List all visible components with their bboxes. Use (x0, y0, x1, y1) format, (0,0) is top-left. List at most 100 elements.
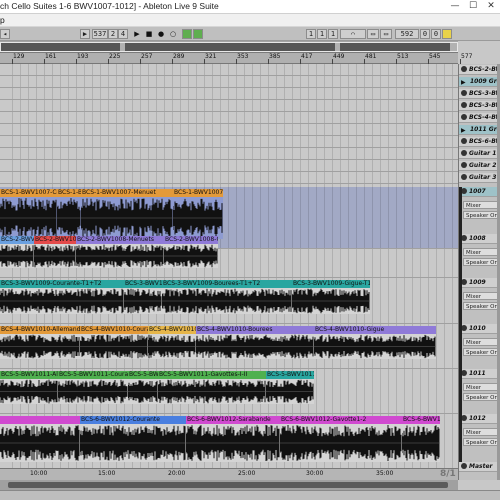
audio-clip[interactable]: BCS-4-BWV1010-Gigue (314, 326, 436, 359)
audio-clip[interactable]: BCS-5-BWV1011-Gigue (266, 371, 314, 404)
master-track-header[interactable]: Master (459, 462, 500, 472)
loop-switch-icon[interactable]: ⌒ (340, 29, 366, 39)
audio-clip[interactable]: BCS-5-BWV1011-Courante (58, 371, 128, 404)
beat-time-ruler[interactable]: 129 161 193 225 257 289 321 353 385 417 449 481 513 5… (0, 53, 472, 64)
audio-clip[interactable]: BCS-5-BWV1011-Allemande (0, 371, 58, 404)
track-activator-icon[interactable] (461, 114, 467, 120)
audio-clip[interactable]: BCS-5-BWV1011-Gavottes-I-II (158, 371, 266, 404)
audio-clip[interactable]: BCS-6-BWV1012-Gavotte1-2 (280, 416, 402, 462)
maximize-button[interactable]: ☐ (464, 0, 482, 13)
track-header[interactable]: BCS-3-BWV (459, 101, 500, 111)
collapsed-track-lane[interactable] (0, 112, 458, 124)
track-header[interactable]: Guitar 3 (459, 173, 500, 183)
close-button[interactable]: ✕ (482, 0, 500, 13)
track-activator-icon[interactable] (461, 66, 467, 72)
audio-clip[interactable]: BCS-4-BWV1010-S (148, 326, 196, 359)
track-header-1007[interactable]: 1007 (459, 187, 500, 197)
fold-icon[interactable]: ▶ (461, 127, 468, 134)
audio-clip[interactable] (0, 416, 80, 462)
input-type-select[interactable]: Mixer (463, 338, 499, 346)
key-map-button[interactable] (442, 29, 452, 39)
arrangement-view[interactable]: BCS-1-BWV1007-CouranBCS-1-BBCS-1-BWV1007… (0, 64, 458, 468)
audio-clip[interactable]: BCS-6-BWV1012-Courante (80, 416, 186, 462)
track-activator-icon[interactable] (461, 150, 467, 156)
loop-start-beats[interactable]: 1 (317, 29, 327, 39)
track-activator-icon[interactable] (461, 174, 467, 180)
loop-start-bars[interactable]: 1 (306, 29, 316, 39)
follow-button[interactable]: ▶ (80, 29, 90, 39)
audio-clip[interactable]: BCS-6-BWV10 (402, 416, 440, 462)
audio-clip[interactable]: BCS-4-BWV1010-Courante (80, 326, 148, 359)
collapsed-track-lane[interactable] (0, 136, 458, 148)
audio-clip[interactable]: BCS-2-BWV100 (34, 236, 76, 268)
track-activator-icon[interactable] (461, 138, 467, 144)
loop-length-bars[interactable]: 592 (395, 29, 419, 39)
audio-clip[interactable]: BCS-3-BWV1009-Courante-T1+T2 (0, 280, 124, 314)
output-type-select[interactable]: Speaker On (463, 211, 499, 219)
audio-clip[interactable]: BCS-3-BWV1009-Gigue-T1+T2 (292, 280, 370, 314)
audio-clip[interactable]: BCS-4-BWV1010-Bourees (196, 326, 314, 359)
track-header-1012[interactable]: 1012 (459, 414, 500, 424)
record-icon[interactable]: ● (156, 29, 166, 39)
punch-out-icon[interactable]: ▭ (380, 29, 392, 39)
output-type-select[interactable]: Speaker On (463, 302, 499, 310)
minimize-button[interactable]: — (446, 0, 464, 13)
menu-item-help[interactable]: p (0, 15, 5, 25)
scrollbar-thumb[interactable] (8, 482, 448, 488)
arrangement-position-sixteenths[interactable]: 4 (118, 29, 128, 39)
collapsed-track-lane[interactable] (0, 172, 458, 184)
audio-clip[interactable]: BCS-5-BWV (128, 371, 158, 404)
track-activator-icon[interactable] (461, 463, 467, 469)
audio-clip[interactable]: BCS-1-BWV1007-Menuet (81, 189, 173, 239)
audio-clip[interactable]: BCS-4-BWV1010-Allemande (0, 326, 80, 359)
collapsed-track-lane[interactable] (0, 124, 458, 136)
overview-view-handle[interactable] (0, 42, 458, 52)
track-header[interactable]: BCS-6-BWV (459, 137, 500, 147)
arrangement-position-beats[interactable]: 2 (108, 29, 118, 39)
audio-clip[interactable]: BCS-1-B (57, 189, 81, 239)
track-header-1008[interactable]: 1008 (459, 234, 500, 244)
track-header[interactable]: BCS-2-BWV (459, 65, 500, 75)
track-header-1010[interactable]: 1010 (459, 324, 500, 334)
tempo-nudge[interactable]: ◂ (0, 29, 10, 39)
audio-clip[interactable]: BCS-3-BWV10 (124, 280, 162, 314)
arrangement-position-bars[interactable]: 537 (92, 29, 108, 39)
time-ruler[interactable]: 10:00 15:00 20:00 25:00 30:00 35:00 (0, 468, 458, 480)
loop-length-beats[interactable]: 0 (420, 29, 430, 39)
input-type-select[interactable]: Mixer (463, 292, 499, 300)
collapsed-track-lane[interactable] (0, 88, 458, 100)
stop-icon[interactable]: ■ (144, 29, 154, 39)
track-activator-icon[interactable] (461, 102, 467, 108)
audio-clip[interactable]: BCS-6-BWV1012-Sarabande (186, 416, 280, 462)
audio-clip[interactable]: BCS-1-BWV1007-Gig (173, 189, 223, 239)
output-type-select[interactable]: Speaker On (463, 258, 499, 266)
overdub-icon[interactable]: ○ (168, 29, 178, 39)
automation-arm-button[interactable] (182, 29, 192, 39)
play-icon[interactable]: ▶ (132, 29, 142, 39)
track-activator-icon[interactable] (461, 162, 467, 168)
input-type-select[interactable]: Mixer (463, 248, 499, 256)
track-header[interactable]: BCS-4-BWV (459, 113, 500, 123)
track-activator-icon[interactable] (461, 90, 467, 96)
audio-clip[interactable]: BCS-3-BWV1009-Bourees-T1+T2 (162, 280, 292, 314)
loop-length-sixteenths[interactable]: 0 (431, 29, 441, 39)
group-track-header[interactable]: ▶1011 Group (459, 125, 500, 135)
collapsed-track-lane[interactable] (0, 100, 458, 112)
output-type-select[interactable]: Speaker On (463, 348, 499, 356)
group-track-header[interactable]: ▶1009 Group (459, 77, 500, 87)
input-type-select[interactable]: Mixer (463, 201, 499, 209)
loop-start-sixteenths[interactable]: 1 (328, 29, 338, 39)
arrangement-overview[interactable] (0, 41, 458, 53)
input-type-select[interactable]: Mixer (463, 428, 499, 436)
track-header-1009[interactable]: 1009 (459, 278, 500, 288)
collapsed-track-lane[interactable] (0, 160, 458, 172)
audio-clip[interactable]: BCS-1-BWV1007-Couran (0, 189, 57, 239)
track-header[interactable]: Guitar 1 (459, 149, 500, 159)
fold-icon[interactable]: ▶ (461, 79, 468, 86)
collapsed-track-lane[interactable] (0, 148, 458, 160)
re-enable-automation-button[interactable] (193, 29, 203, 39)
audio-clip[interactable]: BCS-2-BWV1008-Gigu (164, 236, 218, 268)
track-header-1011[interactable]: 1011 (459, 369, 500, 379)
track-header[interactable]: BCS-3-BWV (459, 89, 500, 99)
punch-in-icon[interactable]: ▭ (367, 29, 379, 39)
